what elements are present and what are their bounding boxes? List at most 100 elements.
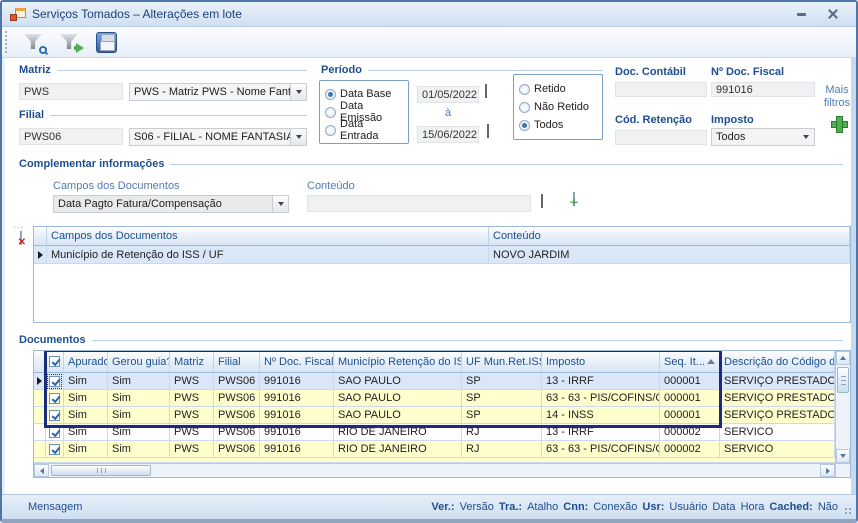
grid-cell[interactable]: SAO PAULO xyxy=(334,390,462,407)
delete-row-icon[interactable]: ✕ xyxy=(20,231,22,245)
column-header[interactable]: UF Mun.Ret.ISS xyxy=(462,351,542,373)
grid-cell[interactable]: SERVICO xyxy=(720,441,835,458)
table-row[interactable]: SimSimPWSPWS06991016SAO PAULOSP63 - 63 -… xyxy=(34,390,835,407)
grid-cell[interactable]: SAO PAULO xyxy=(334,373,462,390)
grid-cell[interactable]: Sim xyxy=(108,373,170,390)
grid-cell[interactable]: PWS xyxy=(170,407,214,424)
row-select-cell[interactable] xyxy=(46,424,64,441)
column-header[interactable]: Apurado xyxy=(64,351,108,373)
row-checkbox[interactable] xyxy=(49,427,60,438)
grid-cell[interactable]: 000002 xyxy=(660,441,720,458)
grid-cell[interactable]: 000001 xyxy=(660,407,720,424)
filter-apply-button[interactable] xyxy=(56,29,84,55)
grid-cell[interactable]: SAO PAULO xyxy=(334,407,462,424)
vertical-scroll-thumb[interactable] xyxy=(837,367,849,393)
grid-cell[interactable]: 13 - IRRF xyxy=(542,373,660,390)
grid-cell[interactable]: SP xyxy=(462,390,542,407)
radio-option[interactable]: Todos xyxy=(519,117,597,133)
vertical-scrollbar[interactable] xyxy=(835,351,850,463)
chevron-down-icon[interactable] xyxy=(272,196,288,212)
toolbar-grip[interactable] xyxy=(5,31,10,53)
grid-cell[interactable]: Sim xyxy=(64,390,108,407)
radio-option[interactable]: Retido xyxy=(519,81,597,97)
grid-cell[interactable]: SERVIÇO PRESTADO ISS xyxy=(720,390,835,407)
grid-cell[interactable]: 63 - 63 - PIS/COFINS/CSLL xyxy=(542,441,660,458)
grid-cell[interactable]: PWS xyxy=(170,390,214,407)
grid-cell[interactable]: 000001 xyxy=(660,390,720,407)
filial-combobox[interactable]: S06 - FILIAL - NOME FANTASIA FILIAL PWS0… xyxy=(129,128,307,146)
grid-cell[interactable]: 991016 xyxy=(260,390,334,407)
grid-cell[interactable]: PWS06 xyxy=(214,390,260,407)
grid-cell[interactable]: 991016 xyxy=(260,373,334,390)
minimize-button[interactable] xyxy=(792,7,810,21)
matriz-code-input[interactable]: PWS xyxy=(19,83,123,100)
chevron-down-icon[interactable] xyxy=(290,129,306,145)
scroll-down-button[interactable] xyxy=(836,449,850,463)
row-select-cell[interactable] xyxy=(46,407,64,424)
grid-cell[interactable]: SERVIÇO PRESTADO ISS xyxy=(720,407,835,424)
num-doc-fiscal-input[interactable]: 991016 xyxy=(711,82,815,97)
row-checkbox[interactable] xyxy=(49,376,60,387)
resize-grip[interactable] xyxy=(845,508,853,516)
grid-cell[interactable]: Sim xyxy=(64,407,108,424)
column-header[interactable]: Seq. It... xyxy=(660,351,720,373)
column-header[interactable]: Conteúdo xyxy=(489,227,850,246)
column-header[interactable]: Gerou guia? xyxy=(108,351,170,373)
grid-cell[interactable]: SERVIÇO PRESTADO ISS xyxy=(720,373,835,390)
grid-cell[interactable]: 000001 xyxy=(660,373,720,390)
grid-cell[interactable]: 991016 xyxy=(260,441,334,458)
grid-cell[interactable]: Sim xyxy=(108,424,170,441)
date-from-input[interactable]: 01/05/2022 xyxy=(417,86,479,103)
grid-cell[interactable]: PWS xyxy=(170,441,214,458)
grid-cell[interactable]: 991016 xyxy=(260,407,334,424)
grid-cell[interactable]: RJ xyxy=(462,424,542,441)
column-header[interactable]: Nº Doc. Fiscal xyxy=(260,351,334,373)
table-row[interactable]: SimSimPWSPWS06991016SAO PAULOSP14 - INSS… xyxy=(34,407,835,424)
close-button[interactable] xyxy=(824,7,842,21)
row-checkbox[interactable] xyxy=(49,410,60,421)
row-checkbox[interactable] xyxy=(49,444,60,455)
grid-cell[interactable]: 14 - INSS xyxy=(542,407,660,424)
grid-cell[interactable]: 63 - 63 - PIS/COFINS/CSLL xyxy=(542,390,660,407)
chevron-down-icon[interactable] xyxy=(290,84,306,100)
mais-filtros-link[interactable]: Mais filtros xyxy=(817,84,857,110)
horizontal-scroll-thumb[interactable] xyxy=(51,465,151,476)
scroll-left-button[interactable] xyxy=(34,464,49,477)
row-select-cell[interactable] xyxy=(46,390,64,407)
column-header[interactable]: Imposto xyxy=(542,351,660,373)
grid-cell[interactable]: RIO DE JANEIRO xyxy=(334,441,462,458)
grid-cell[interactable]: Sim xyxy=(108,390,170,407)
column-header[interactable]: Descrição do Código do F xyxy=(720,351,835,373)
grid-cell[interactable]: PWS06 xyxy=(214,407,260,424)
horizontal-scrollbar[interactable] xyxy=(34,463,835,477)
grid-cell[interactable]: Sim xyxy=(108,407,170,424)
chevron-down-icon[interactable] xyxy=(798,129,814,145)
imposto-combobox[interactable]: Todos xyxy=(711,128,815,146)
table-row[interactable]: SimSimPWSPWS06991016SAO PAULOSP13 - IRRF… xyxy=(34,373,835,390)
save-button[interactable] xyxy=(92,29,120,55)
grid-cell[interactable]: PWS xyxy=(170,424,214,441)
grid-cell[interactable]: RJ xyxy=(462,441,542,458)
add-row-icon[interactable]: ＋ xyxy=(573,192,575,206)
calendar-icon[interactable] xyxy=(541,194,543,208)
grid-cell[interactable]: 000002 xyxy=(660,424,720,441)
grid-cell[interactable]: SP xyxy=(462,407,542,424)
table-row[interactable]: SimSimPWSPWS06991016RIO DE JANEIRORJ13 -… xyxy=(34,424,835,441)
grid-cell[interactable]: PWS06 xyxy=(214,373,260,390)
grid-cell[interactable]: 991016 xyxy=(260,424,334,441)
grid-cell[interactable]: SP xyxy=(462,373,542,390)
row-select-cell[interactable] xyxy=(46,441,64,458)
scroll-up-button[interactable] xyxy=(836,351,850,365)
column-header[interactable]: Filial xyxy=(214,351,260,373)
grid-cell[interactable]: PWS xyxy=(170,373,214,390)
radio-option[interactable]: Data Entrada xyxy=(325,122,403,138)
column-header[interactable]: Campos dos Documentos xyxy=(47,227,489,246)
calendar-icon[interactable] xyxy=(485,84,487,98)
grid-cell[interactable]: Sim xyxy=(64,373,108,390)
grid-cell[interactable]: SERVICO xyxy=(720,424,835,441)
grid-cell[interactable]: Município de Retenção do ISS / UF xyxy=(47,246,489,264)
row-checkbox[interactable] xyxy=(49,393,60,404)
date-to-input[interactable]: 15/06/2022 xyxy=(417,126,479,143)
conteudo-input[interactable] xyxy=(307,195,531,212)
column-header[interactable]: Matriz xyxy=(170,351,214,373)
